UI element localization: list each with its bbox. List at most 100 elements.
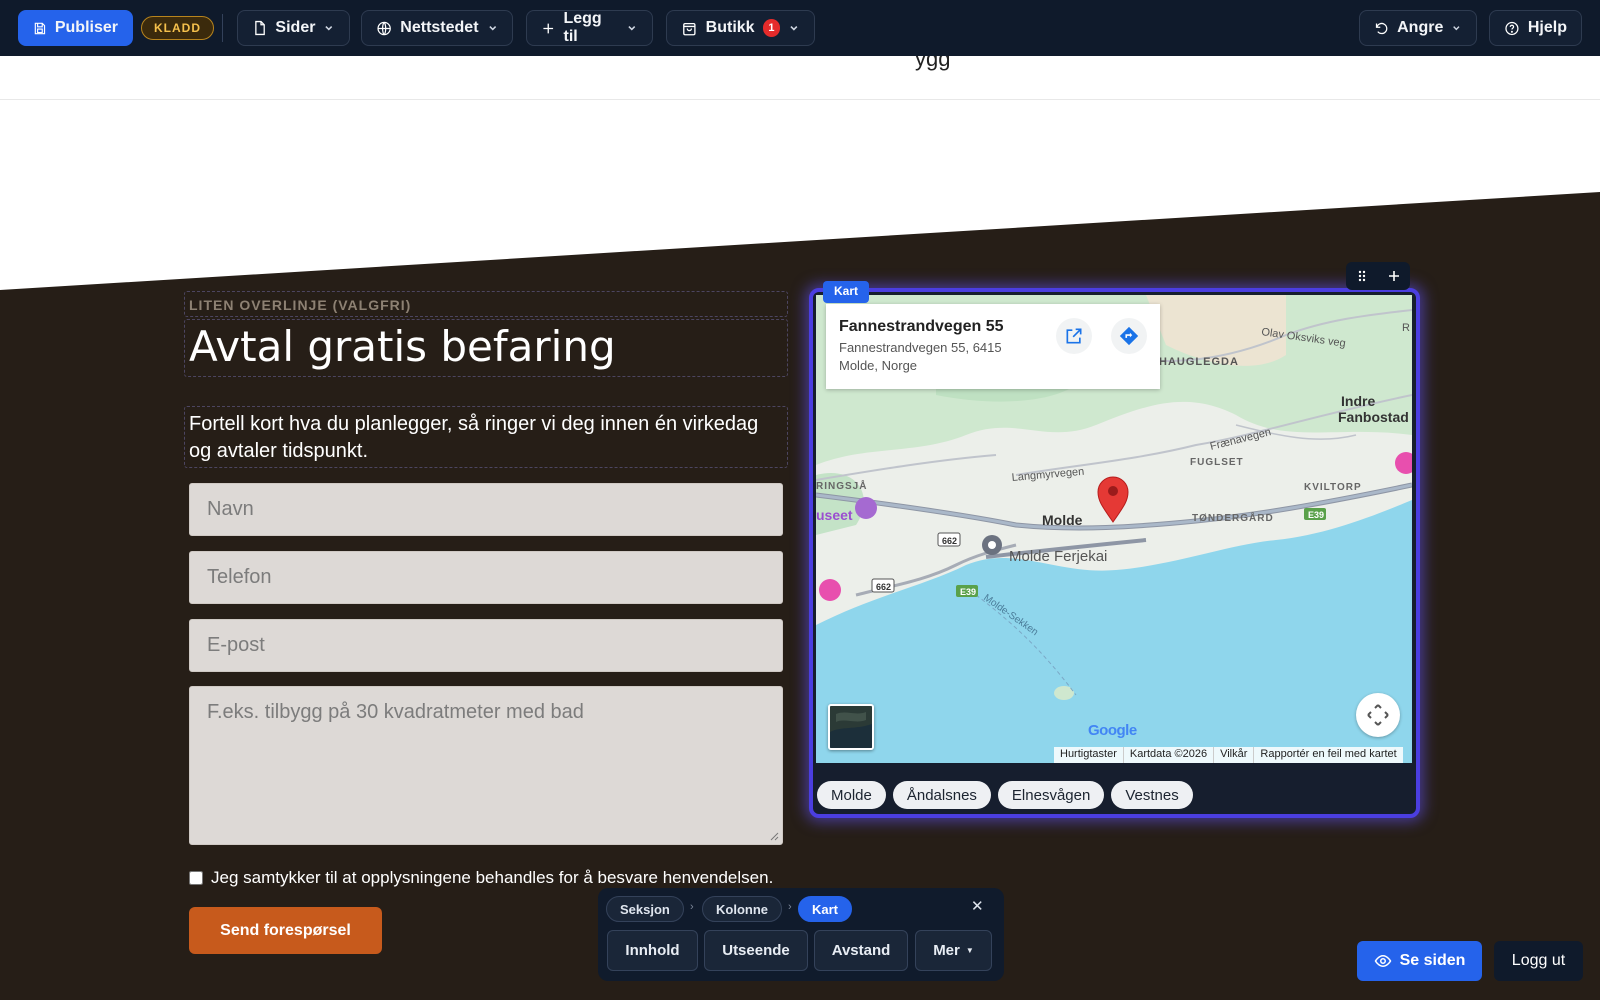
- keyboard-shortcuts-link[interactable]: Hurtigtaster: [1054, 747, 1123, 763]
- terms-link[interactable]: Vilkår: [1213, 747, 1253, 763]
- view-site-label: Se siden: [1399, 952, 1466, 969]
- tab-more[interactable]: Mer ▼: [915, 930, 992, 971]
- block-editor-panel: Seksjon › Kolonne › Kart ✕ Innhold Utsee…: [598, 888, 1004, 981]
- breadcrumb-column[interactable]: Kolonne: [702, 896, 782, 922]
- site-dropdown-button[interactable]: Nettstedet: [361, 10, 513, 46]
- site-navigation-strip: ygg: [0, 56, 1600, 100]
- tab-spacing-label: Avstand: [831, 942, 891, 959]
- shop-count-badge: 1: [762, 19, 781, 37]
- section-lead-text[interactable]: Fortell kort hva du planlegger, så ringe…: [184, 406, 788, 468]
- location-chip[interactable]: Vestnes: [1111, 781, 1193, 809]
- map-label-ferry: Molde Ferjekai: [1009, 548, 1107, 565]
- add-label: Legg til: [563, 10, 602, 45]
- logout-button[interactable]: Logg ut: [1494, 941, 1583, 981]
- add-block-icon[interactable]: [1387, 269, 1401, 283]
- breadcrumb-map[interactable]: Kart: [798, 896, 853, 922]
- globe-icon: [377, 21, 391, 35]
- block-type-tag: Kart: [823, 281, 870, 303]
- section-overline[interactable]: LITEN OVERLINJE (VALGFRI): [184, 291, 788, 317]
- open-in-maps-button[interactable]: [1056, 318, 1092, 354]
- consent-row[interactable]: Jeg samtykker til at opplysningene behan…: [189, 868, 773, 888]
- help-icon: [1505, 21, 1519, 35]
- pages-dropdown-button[interactable]: Sider: [237, 10, 350, 46]
- google-logo-text: Google: [1088, 722, 1137, 739]
- chevron-down-icon: [488, 26, 496, 31]
- close-icon[interactable]: ✕: [971, 897, 984, 915]
- map-label-tondergard: TØNDERGÅRD: [1192, 511, 1274, 524]
- map-label-fanbostad: Fanbostad: [1338, 409, 1409, 425]
- name-input[interactable]: Navn: [189, 483, 783, 536]
- message-textarea[interactable]: F.eks. tilbygg på 30 kvadratmeter med ba…: [189, 686, 783, 845]
- site-label: Nettstedet: [400, 19, 479, 36]
- place-info-card: Fannestrandvegen 55 Fannestrandvegen 55,…: [826, 304, 1160, 389]
- tab-appearance[interactable]: Utseende: [704, 930, 808, 971]
- help-button[interactable]: Hjelp: [1489, 10, 1582, 46]
- undo-icon: [1375, 22, 1388, 34]
- open-external-icon: [1066, 328, 1082, 344]
- phone-input[interactable]: Telefon: [189, 551, 783, 604]
- publish-label: Publiser: [54, 19, 118, 36]
- map-label-fuglset: FUGLSET: [1190, 457, 1244, 468]
- toolbar-divider: [222, 14, 223, 42]
- map-label-ringsja: RINGSJÅ: [816, 479, 867, 492]
- breadcrumb-separator-icon: ›: [788, 901, 792, 913]
- map-label-city: Molde: [1042, 512, 1083, 528]
- nav-link-fragment[interactable]: ygg: [915, 56, 950, 72]
- satellite-thumbnail-icon: [830, 706, 872, 748]
- pages-label: Sider: [275, 19, 316, 36]
- breadcrumb-separator-icon: ›: [690, 901, 694, 913]
- view-site-button[interactable]: Se siden: [1357, 941, 1482, 981]
- shop-dropdown-button[interactable]: Butikk 1: [666, 10, 815, 46]
- location-chip[interactable]: Elnesvågen: [997, 781, 1105, 809]
- directions-button[interactable]: [1111, 318, 1147, 354]
- tab-spacing[interactable]: Avstand: [814, 930, 908, 971]
- chevron-down-icon: [1453, 26, 1460, 31]
- consent-label: Jeg samtykker til at opplysningene behan…: [211, 868, 774, 887]
- undo-label: Angre: [1397, 19, 1444, 36]
- submit-button[interactable]: Send forespørsel: [189, 907, 382, 954]
- report-error-link[interactable]: Rapportér en feil med kartet: [1253, 747, 1402, 763]
- plus-icon: [543, 23, 554, 33]
- map-label-hauglegda: HAUGLEGDA: [1159, 356, 1239, 368]
- tab-content[interactable]: Innhold: [607, 930, 698, 971]
- chevron-down-icon: [628, 26, 636, 31]
- chevron-down-icon: [790, 25, 798, 31]
- place-address-line1: Fannestrandvegen 55, 6415: [839, 340, 1002, 355]
- chevron-down-icon: [325, 26, 333, 31]
- directions-icon: [1119, 326, 1139, 346]
- publish-button[interactable]: Publiser: [18, 10, 133, 46]
- breadcrumb-section[interactable]: Seksjon: [606, 896, 684, 922]
- add-dropdown-button[interactable]: Legg til: [526, 10, 653, 46]
- consent-checkbox[interactable]: [189, 871, 203, 885]
- map-road-e39b: E39: [1308, 510, 1324, 520]
- location-chip[interactable]: Åndalsnes: [892, 781, 991, 809]
- place-address-line2: Molde, Norge: [839, 358, 918, 373]
- editor-toolbar: Publiser KLADD Sider Nettstedet Legg til…: [0, 0, 1600, 56]
- map-data-text: Kartdata ©2026: [1122, 747, 1213, 763]
- satellite-toggle[interactable]: [828, 704, 874, 750]
- undo-dropdown-button[interactable]: Angre: [1359, 10, 1477, 46]
- email-input[interactable]: E-post: [189, 619, 783, 672]
- map-road-662a: 662: [942, 536, 957, 546]
- section-title[interactable]: Avtal gratis befaring: [184, 319, 788, 377]
- resize-grip-icon[interactable]: [769, 831, 779, 841]
- google-logo: Google: [1088, 722, 1137, 739]
- map-road-662b: 662: [876, 582, 891, 592]
- map-attribution: Hurtigtaster Kartdata ©2026 Vilkår Rappo…: [1054, 747, 1403, 763]
- fullscreen-button[interactable]: [1356, 693, 1400, 737]
- location-chip[interactable]: Molde: [817, 781, 886, 809]
- location-chips: Molde Åndalsnes Elnesvågen Vestnes: [817, 781, 1193, 809]
- map-label-kviltorp: KVILTORP: [1304, 482, 1362, 493]
- eye-icon: [1374, 954, 1391, 968]
- drag-handle-icon[interactable]: [1355, 269, 1369, 283]
- map-road-e39a: E39: [960, 587, 976, 597]
- map-label-indre: Indre: [1341, 393, 1375, 409]
- map-label-museet: useet: [816, 507, 853, 523]
- help-label: Hjelp: [1527, 19, 1567, 36]
- save-icon: [34, 22, 46, 34]
- message-placeholder: F.eks. tilbygg på 30 kvadratmeter med ba…: [207, 701, 584, 723]
- caret-down-icon: ▼: [965, 946, 974, 955]
- block-tools: [1346, 262, 1410, 290]
- map-label-edge: R: [1402, 322, 1410, 334]
- tab-more-label: Mer: [933, 942, 960, 959]
